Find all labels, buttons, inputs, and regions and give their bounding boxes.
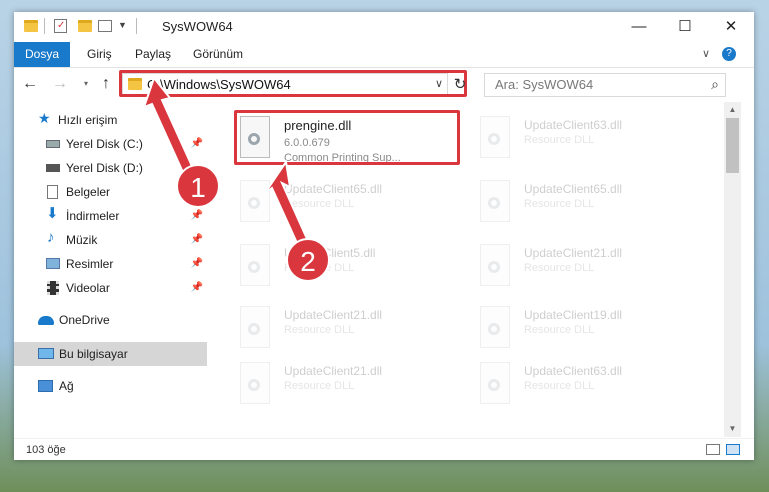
arrow-one-icon	[142, 75, 198, 181]
callout-arrows	[142, 75, 314, 256]
callout-badge-2: 2	[286, 238, 330, 282]
callout-badge-1: 1	[176, 164, 220, 208]
